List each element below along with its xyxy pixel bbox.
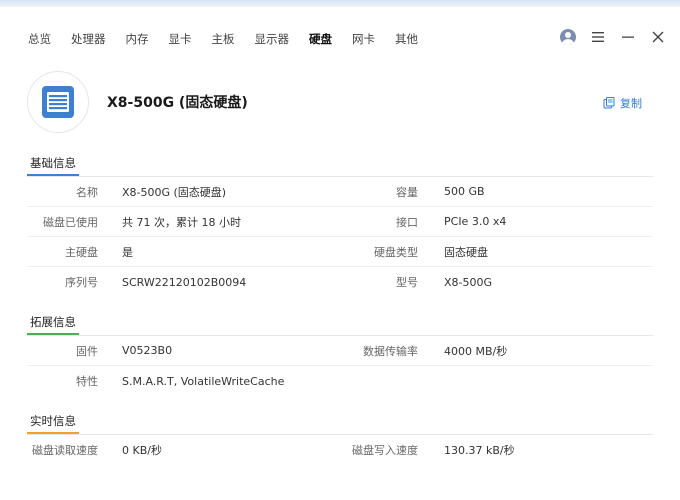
value: 是 [122,245,133,259]
label: 接口 [396,215,418,229]
extended-title-underline [27,333,79,335]
realtime-title-underline [27,432,79,434]
table-row: 序列号 SCRW22120102B0094 型号 X8-500G [27,267,653,297]
tab-other[interactable]: 其他 [385,31,428,47]
title-bar: 总览 处理器 内存 显卡 主板 显示器 硬盘 网卡 其他 [0,7,680,63]
basic-title-text: 基础信息 [30,156,76,170]
tab-graphics[interactable]: 显卡 [159,31,202,47]
copy-label: 复制 [620,97,642,110]
label: 名称 [76,185,98,199]
section-title-extended: 拓展信息 [27,313,653,335]
copy-button[interactable]: 复制 [603,95,642,111]
tab-memory[interactable]: 内存 [116,31,159,47]
close-icon[interactable] [650,29,666,45]
table-row: 磁盘已使用 共 71 次，累计 18 小时 接口 PCIe 3.0 x4 [27,207,653,237]
tab-disk[interactable]: 硬盘 [299,31,342,47]
label: 型号 [396,276,418,289]
device-header: X8-500G (固态硬盘) 复制 [27,71,657,133]
label: 磁盘已使用 [43,215,98,229]
value: 4000 MB/秒 [444,344,508,358]
minimize-icon[interactable] [620,29,636,45]
menu-icon[interactable] [590,29,606,45]
extended-info-section: 拓展信息 固件 V0523B0 数据传输率 4000 MB/秒 特性 S.M.A… [27,313,653,396]
extended-title-text: 拓展信息 [30,315,76,329]
value: 0 KB/秒 [122,444,162,457]
tab-motherboard[interactable]: 主板 [202,31,245,47]
tab-processor[interactable]: 处理器 [61,31,116,47]
basic-info-section: 基础信息 名称 X8-500G (固态硬盘) 容量 500 GB 磁盘已使用 共… [27,154,653,297]
label: 磁盘写入速度 [352,444,418,457]
label: 特性 [76,375,98,388]
copy-icon [603,97,615,109]
table-row: 磁盘读取速度 0 KB/秒 磁盘写入速度 130.37 kB/秒 [27,435,653,465]
value: X8-500G (固态硬盘) [122,185,227,199]
device-title: X8-500G (固态硬盘) [107,95,248,111]
tab-overview[interactable]: 总览 [18,31,61,47]
table-row: 固件 V0523B0 数据传输率 4000 MB/秒 [27,336,653,366]
label: 硬盘类型 [374,245,418,259]
realtime-title-text: 实时信息 [30,414,76,428]
value: SCRW22120102B0094 [122,275,247,289]
label: 序列号 [65,276,98,289]
section-title-realtime: 实时信息 [27,412,653,434]
value: 共 71 次，累计 18 小时 [122,215,241,229]
window-top-strip [0,0,680,7]
nav-tabs: 总览 处理器 内存 显卡 主板 显示器 硬盘 网卡 其他 [18,31,428,47]
window-controls [560,29,666,45]
disk-icon [27,71,89,133]
tab-network[interactable]: 网卡 [342,31,385,47]
value: V0523B0 [122,344,173,357]
basic-title-underline [27,174,79,176]
avatar-icon[interactable] [560,29,576,45]
label: 磁盘读取速度 [32,444,98,457]
tab-monitor[interactable]: 显示器 [245,31,300,47]
table-row: 名称 X8-500G (固态硬盘) 容量 500 GB [27,177,653,207]
table-row: 主硬盘 是 硬盘类型 固态硬盘 [27,237,653,267]
value: 130.37 kB/秒 [444,444,515,457]
value: X8-500G [444,275,493,289]
value: S.M.A.R.T, VolatileWriteCache [122,374,285,388]
basic-rows: 名称 X8-500G (固态硬盘) 容量 500 GB 磁盘已使用 共 71 次… [27,177,653,297]
label: 固件 [76,344,98,358]
table-row: 特性 S.M.A.R.T, VolatileWriteCache [27,366,653,396]
value: 500 GB [444,185,485,198]
label: 数据传输率 [363,344,418,358]
section-title-basic: 基础信息 [27,154,653,176]
value: 固态硬盘 [444,245,488,259]
label: 容量 [396,185,418,199]
realtime-info-section: 实时信息 磁盘读取速度 0 KB/秒 磁盘写入速度 130.37 kB/秒 [27,412,653,465]
label: 主硬盘 [65,245,98,259]
value: PCIe 3.0 x4 [444,215,507,228]
